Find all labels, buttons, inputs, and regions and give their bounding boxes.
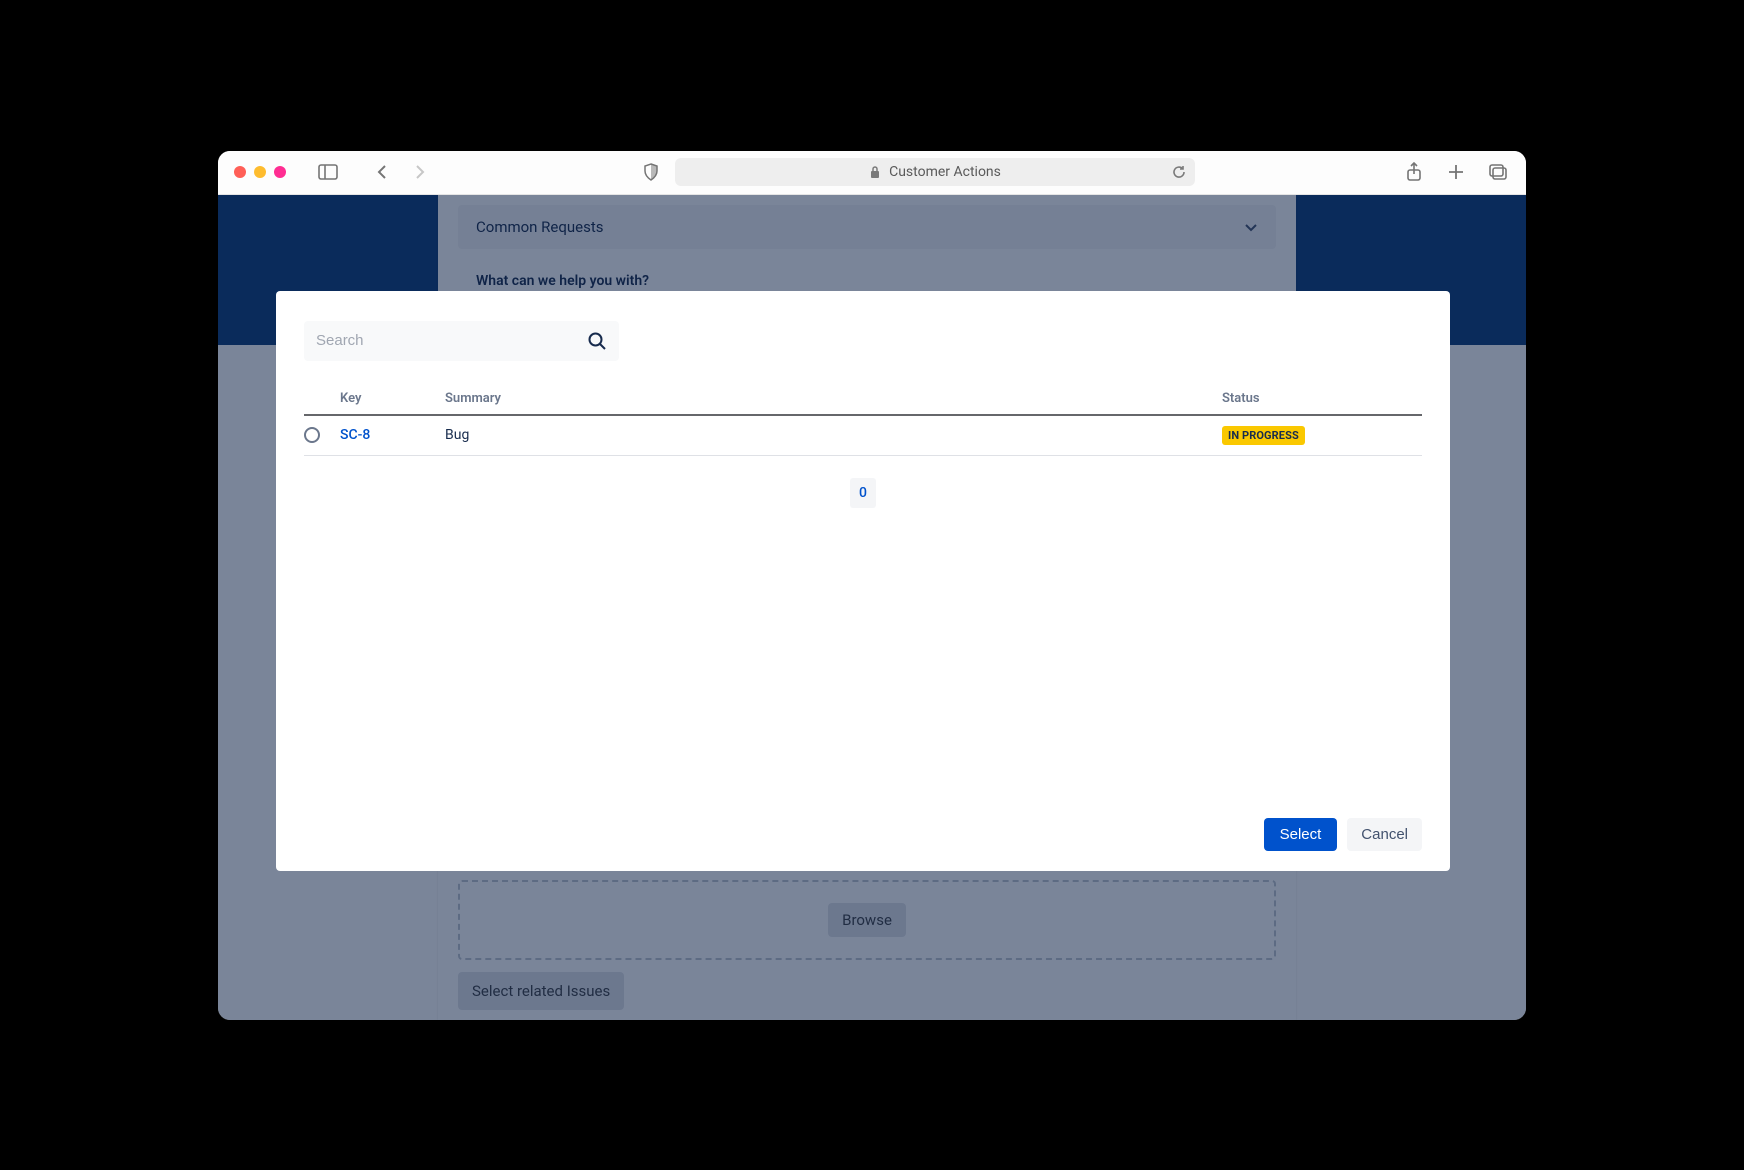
page-content: Common Requests What can we help you wit… [218, 195, 1526, 1020]
sidebar-toggle-icon[interactable] [316, 160, 340, 184]
search-box[interactable] [304, 321, 619, 361]
page-number-button[interactable]: 0 [850, 478, 876, 508]
modal-footer: Select Cancel [304, 818, 1422, 851]
reload-icon[interactable] [1171, 164, 1187, 180]
zoom-window-button[interactable] [274, 166, 286, 178]
page-title: Customer Actions [889, 164, 1001, 180]
column-key: Key [340, 391, 445, 406]
forward-button[interactable] [408, 160, 432, 184]
pagination: 0 [304, 478, 1422, 508]
status-badge: IN PROGRESS [1222, 426, 1305, 445]
row-radio[interactable] [304, 427, 320, 443]
select-button[interactable]: Select [1264, 818, 1338, 851]
address-bar[interactable]: Customer Actions [675, 158, 1195, 186]
select-issue-modal: Key Summary Status SC-8 Bug IN PROGRESS … [276, 291, 1450, 871]
table-header: Key Summary Status [304, 391, 1422, 416]
minimize-window-button[interactable] [254, 166, 266, 178]
browser-chrome: Customer Actions [218, 151, 1526, 195]
back-button[interactable] [370, 160, 394, 184]
window-controls [234, 166, 286, 178]
column-status: Status [1222, 391, 1422, 406]
close-window-button[interactable] [234, 166, 246, 178]
share-icon[interactable] [1402, 160, 1426, 184]
safari-window: Customer Actions Common Requests [218, 151, 1526, 1020]
cancel-button[interactable]: Cancel [1347, 818, 1422, 851]
issue-key-link[interactable]: SC-8 [340, 427, 370, 443]
issue-summary: Bug [445, 427, 1222, 443]
table-row[interactable]: SC-8 Bug IN PROGRESS [304, 416, 1422, 456]
search-icon [587, 331, 607, 351]
column-summary: Summary [445, 391, 1222, 406]
privacy-shield-icon[interactable] [639, 160, 663, 184]
tab-overview-icon[interactable] [1486, 160, 1510, 184]
search-input[interactable] [316, 332, 587, 349]
new-tab-icon[interactable] [1444, 160, 1468, 184]
lock-icon [869, 165, 881, 179]
